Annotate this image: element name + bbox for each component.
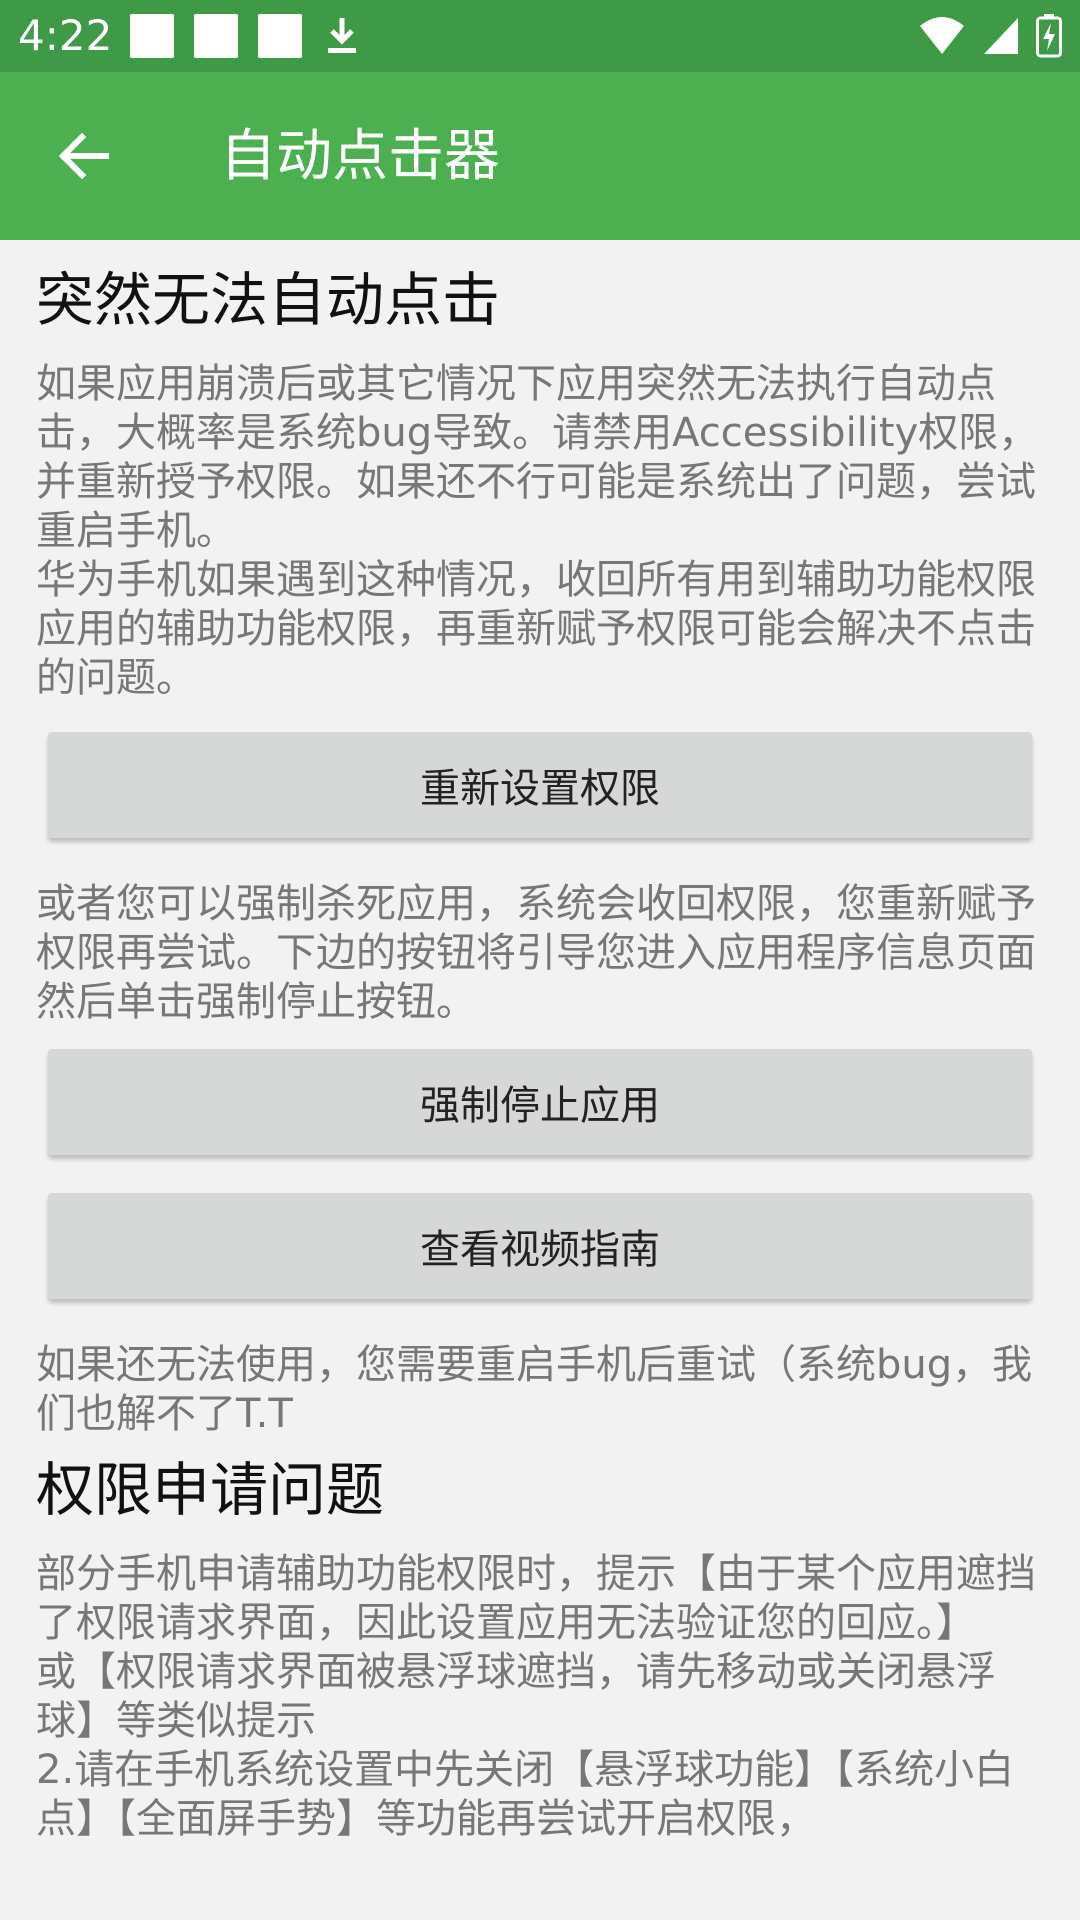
notification-square-icon [194,14,238,58]
force-stop-button[interactable]: 强制停止应用 [48,1049,1032,1155]
signal-icon [984,18,1018,54]
section-title-permission: 权限申请问题 [36,1456,385,1524]
app-title: 自动点击器 [220,124,500,189]
wifi-icon [920,17,964,54]
permission-explanation: 部分手机申请辅助功能权限时，提示【由于某个应用遮挡了权限请求界面，因此设置应用无… [36,1551,1036,1842]
app-bar: 自动点击器 [0,72,1080,240]
status-time: 4:22 [18,11,113,60]
battery-charging-icon [1036,14,1062,58]
system-status-icons [918,14,1062,58]
notification-square-icon [258,14,302,58]
auto-click-explanation: 如果应用崩溃后或其它情况下应用突然无法执行自动点击，大概率是系统bug导致。请禁… [36,361,1039,701]
restart-note: 如果还无法使用，您需要重启手机后重试（系统bug，我们也解不了T.T [36,1342,1033,1437]
back-button[interactable] [52,124,116,188]
reset-permission-button[interactable]: 重新设置权限 [48,732,1032,838]
video-guide-button[interactable]: 查看视频指南 [48,1193,1032,1299]
section-title-auto-click: 突然无法自动点击 [36,266,501,334]
notification-square-icon [130,14,174,58]
help-content[interactable]: 突然无法自动点击 如果应用崩溃后或其它情况下应用突然无法执行自动点击，大概率是系… [0,240,1080,1920]
force-stop-explanation: 或者您可以强制杀死应用，系统会收回权限，您重新赋予权限再尝试。下边的按钮将引导您… [36,881,1036,1025]
notification-icons [130,14,362,58]
download-icon [328,18,356,53]
arrow-back-icon [58,132,109,180]
status-bar: 4:22 [0,0,1080,72]
